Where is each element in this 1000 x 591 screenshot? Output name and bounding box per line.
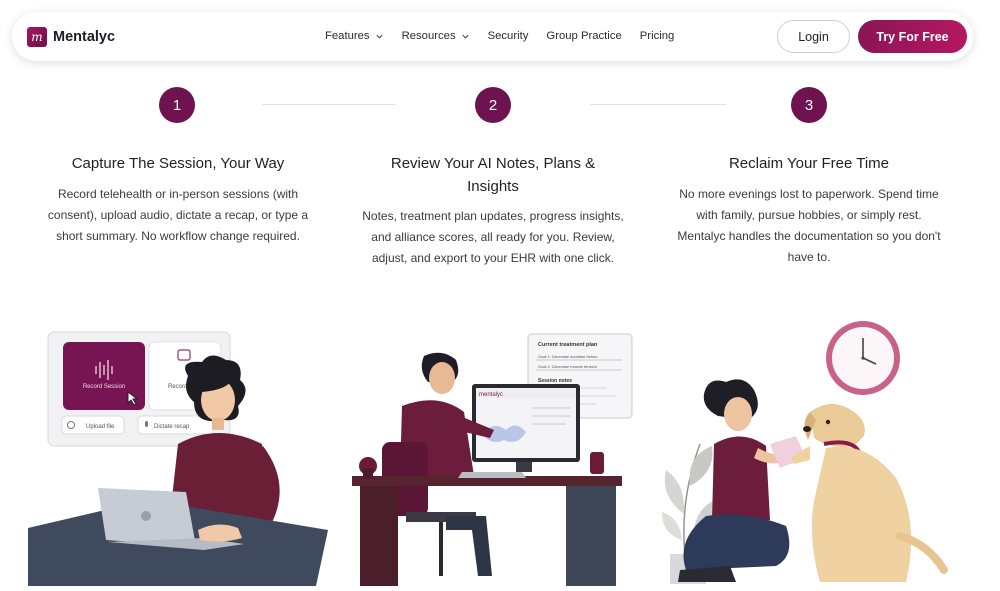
- session-notes-title: Session notes: [538, 378, 572, 384]
- chevron-down-icon: [376, 34, 383, 39]
- main-menu: Features Resources Security Group Practi…: [325, 30, 692, 42]
- step-connector-line: [590, 104, 726, 105]
- goal-1-label: Goal 1: Decrease avoidant behav: [538, 354, 597, 359]
- login-button[interactable]: Login: [777, 20, 850, 53]
- nav-item-label: Security: [487, 30, 529, 42]
- step-title: Capture The Session, Your Way: [71, 155, 285, 172]
- nav-item-label: Pricing: [639, 30, 675, 42]
- brand-name: Mentalyc: [53, 29, 116, 45]
- nav-item-label: Resources: [401, 30, 456, 42]
- step-number-badge: 1: [159, 87, 195, 123]
- nav-item-pricing[interactable]: Pricing: [640, 30, 675, 42]
- try-for-free-button[interactable]: Try For Free: [858, 20, 967, 53]
- step-number-badge: 3: [791, 87, 827, 123]
- nav-item-label: Group Practice: [546, 30, 622, 42]
- treatment-plan-title: Current treatment plan: [538, 342, 598, 348]
- dictate-recap-label: Dictate recap: [154, 424, 190, 430]
- nav-item-security[interactable]: Security: [488, 30, 529, 42]
- illustration-review-notes: Current treatment plan Goal 1: Decrease …: [346, 316, 636, 586]
- step-number-badge: 2: [475, 87, 511, 123]
- free-time-drawing: [662, 321, 948, 584]
- record-session-label: Record Session: [83, 384, 125, 390]
- goal-2-label: Goal 2: Decrease muscle tension: [538, 364, 597, 369]
- chevron-down-icon: [462, 34, 469, 39]
- upload-file-label: Upload file: [86, 424, 115, 430]
- step-description: Record telehealth or in-person sessions …: [47, 187, 309, 243]
- step-connector-line: [262, 104, 396, 105]
- brand-logo[interactable]: m Mentalyc: [27, 27, 115, 47]
- nav-item-resources[interactable]: Resources: [402, 30, 470, 42]
- nav-item-label: Features: [325, 30, 370, 42]
- top-navigation-bar: m Mentalyc Features Resources Security G…: [12, 12, 973, 61]
- app-brand-label: mentalyc: [479, 392, 503, 398]
- review-notes-drawing: Current treatment plan Goal 1: Decrease …: [352, 333, 633, 586]
- step-title: Review Your AI Notes, Plans & Insights: [390, 155, 596, 195]
- wall-clock-icon: [826, 321, 900, 395]
- capture-session-drawing: Record Session Record tel Upload file Di…: [28, 331, 328, 586]
- nav-item-features[interactable]: Features: [325, 30, 384, 42]
- step-title: Reclaim Your Free Time: [728, 155, 890, 172]
- nav-item-group-practice[interactable]: Group Practice: [546, 30, 621, 42]
- step-description: Notes, treatment plan updates, progress …: [362, 209, 624, 265]
- logo-mark-icon: m: [27, 27, 47, 47]
- step-description: No more evenings lost to paperwork. Spen…: [677, 187, 941, 264]
- illustration-capture-session: Record Session Record tel Upload file Di…: [28, 316, 328, 586]
- illustration-free-time: [660, 316, 955, 586]
